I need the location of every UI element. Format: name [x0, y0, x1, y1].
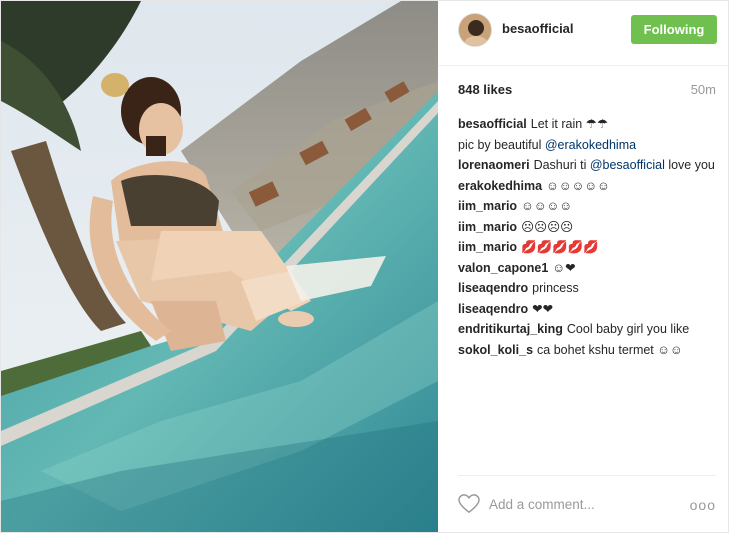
comment-mention-link[interactable]: @erakokedhima: [545, 138, 636, 152]
pool-photo-illustration: [1, 1, 438, 532]
comment-row: valon_capone1 ☺❤: [458, 258, 716, 279]
comment-text: Cool baby girl you like: [566, 322, 690, 336]
comment-username[interactable]: lorenaomeri: [458, 158, 530, 172]
post-author-username[interactable]: besaofficial: [502, 21, 574, 36]
comment-row: erakokedhima ☺☺☺☺☺: [458, 176, 716, 197]
comment-row: endritikurtaj_king Cool baby girl you lik…: [458, 319, 716, 340]
avatar-image: [459, 14, 491, 46]
comment-username[interactable]: valon_capone1: [458, 261, 548, 275]
comment-username[interactable]: erakokedhima: [458, 179, 542, 193]
comment-text: ca bohet kshu termet ☺☺: [537, 342, 683, 357]
add-comment-input[interactable]: Add a comment...: [489, 497, 595, 512]
comment-row: besaofficial Let it rain ☂☂: [458, 114, 716, 135]
comment-text: Let it rain ☂☂: [530, 117, 609, 131]
comment-text: 💋💋💋💋💋: [521, 240, 599, 254]
comment-username[interactable]: iim_mario: [458, 240, 517, 254]
comment-text: ☺☺☺☺☺: [546, 178, 610, 193]
comment-text: ☺☺☺☺: [521, 199, 573, 213]
comment-row: iim_mario ☹☹☹☹: [458, 217, 716, 238]
comment-row: iim_mario 💋💋💋💋💋: [458, 237, 716, 258]
post-header: besaofficial Following: [438, 1, 728, 66]
post-photo[interactable]: [1, 1, 438, 532]
comment-text: ☹☹☹☹: [521, 219, 574, 234]
comment-text: ☺❤: [552, 260, 576, 275]
comment-row: iim_mario ☺☺☺☺: [458, 196, 716, 217]
comment-text: pic by beautiful: [458, 137, 545, 152]
comment-username[interactable]: iim_mario: [458, 220, 517, 234]
likes-count[interactable]: 848 likes: [458, 82, 512, 97]
comment-username[interactable]: besaofficial: [458, 117, 527, 131]
post-footer: Add a comment... ooo: [458, 475, 716, 532]
post-meta: 848 likes 50m: [458, 81, 716, 101]
comment-text: love you: [664, 158, 715, 172]
more-options-icon[interactable]: ooo: [690, 497, 716, 513]
comment-text: princess: [532, 281, 579, 295]
instagram-post: besaofficial Following 848 likes 50m bes…: [0, 0, 729, 533]
comment-mention-link[interactable]: @besaofficial: [590, 158, 665, 172]
comment-row: pic by beautiful @erakokedhima: [458, 135, 716, 156]
comment-text: ❤❤: [532, 301, 554, 316]
following-button[interactable]: Following: [631, 15, 717, 44]
comment-row: liseaqendro ❤❤: [458, 299, 716, 320]
comment-text: Dashuri ti: [533, 158, 590, 172]
comment-username[interactable]: iim_mario: [458, 199, 517, 213]
comment-row: liseaqendro princess: [458, 278, 716, 299]
comment-row: lorenaomeri Dashuri ti @besaofficial love…: [458, 155, 716, 176]
heart-icon[interactable]: [458, 494, 480, 514]
comment-username[interactable]: liseaqendro: [458, 281, 528, 295]
comment-username[interactable]: sokol_koli_s: [458, 343, 533, 357]
comment-username[interactable]: liseaqendro: [458, 302, 528, 316]
comments-list: besaofficial Let it rain ☂☂ pic by beautif…: [458, 114, 716, 360]
comment-row: sokol_koli_s ca bohet kshu termet ☺☺: [458, 340, 716, 361]
post-time[interactable]: 50m: [691, 82, 716, 97]
avatar[interactable]: [458, 13, 492, 47]
post-side-panel: besaofficial Following 848 likes 50m bes…: [438, 1, 728, 532]
comment-username[interactable]: endritikurtaj_king: [458, 322, 563, 336]
